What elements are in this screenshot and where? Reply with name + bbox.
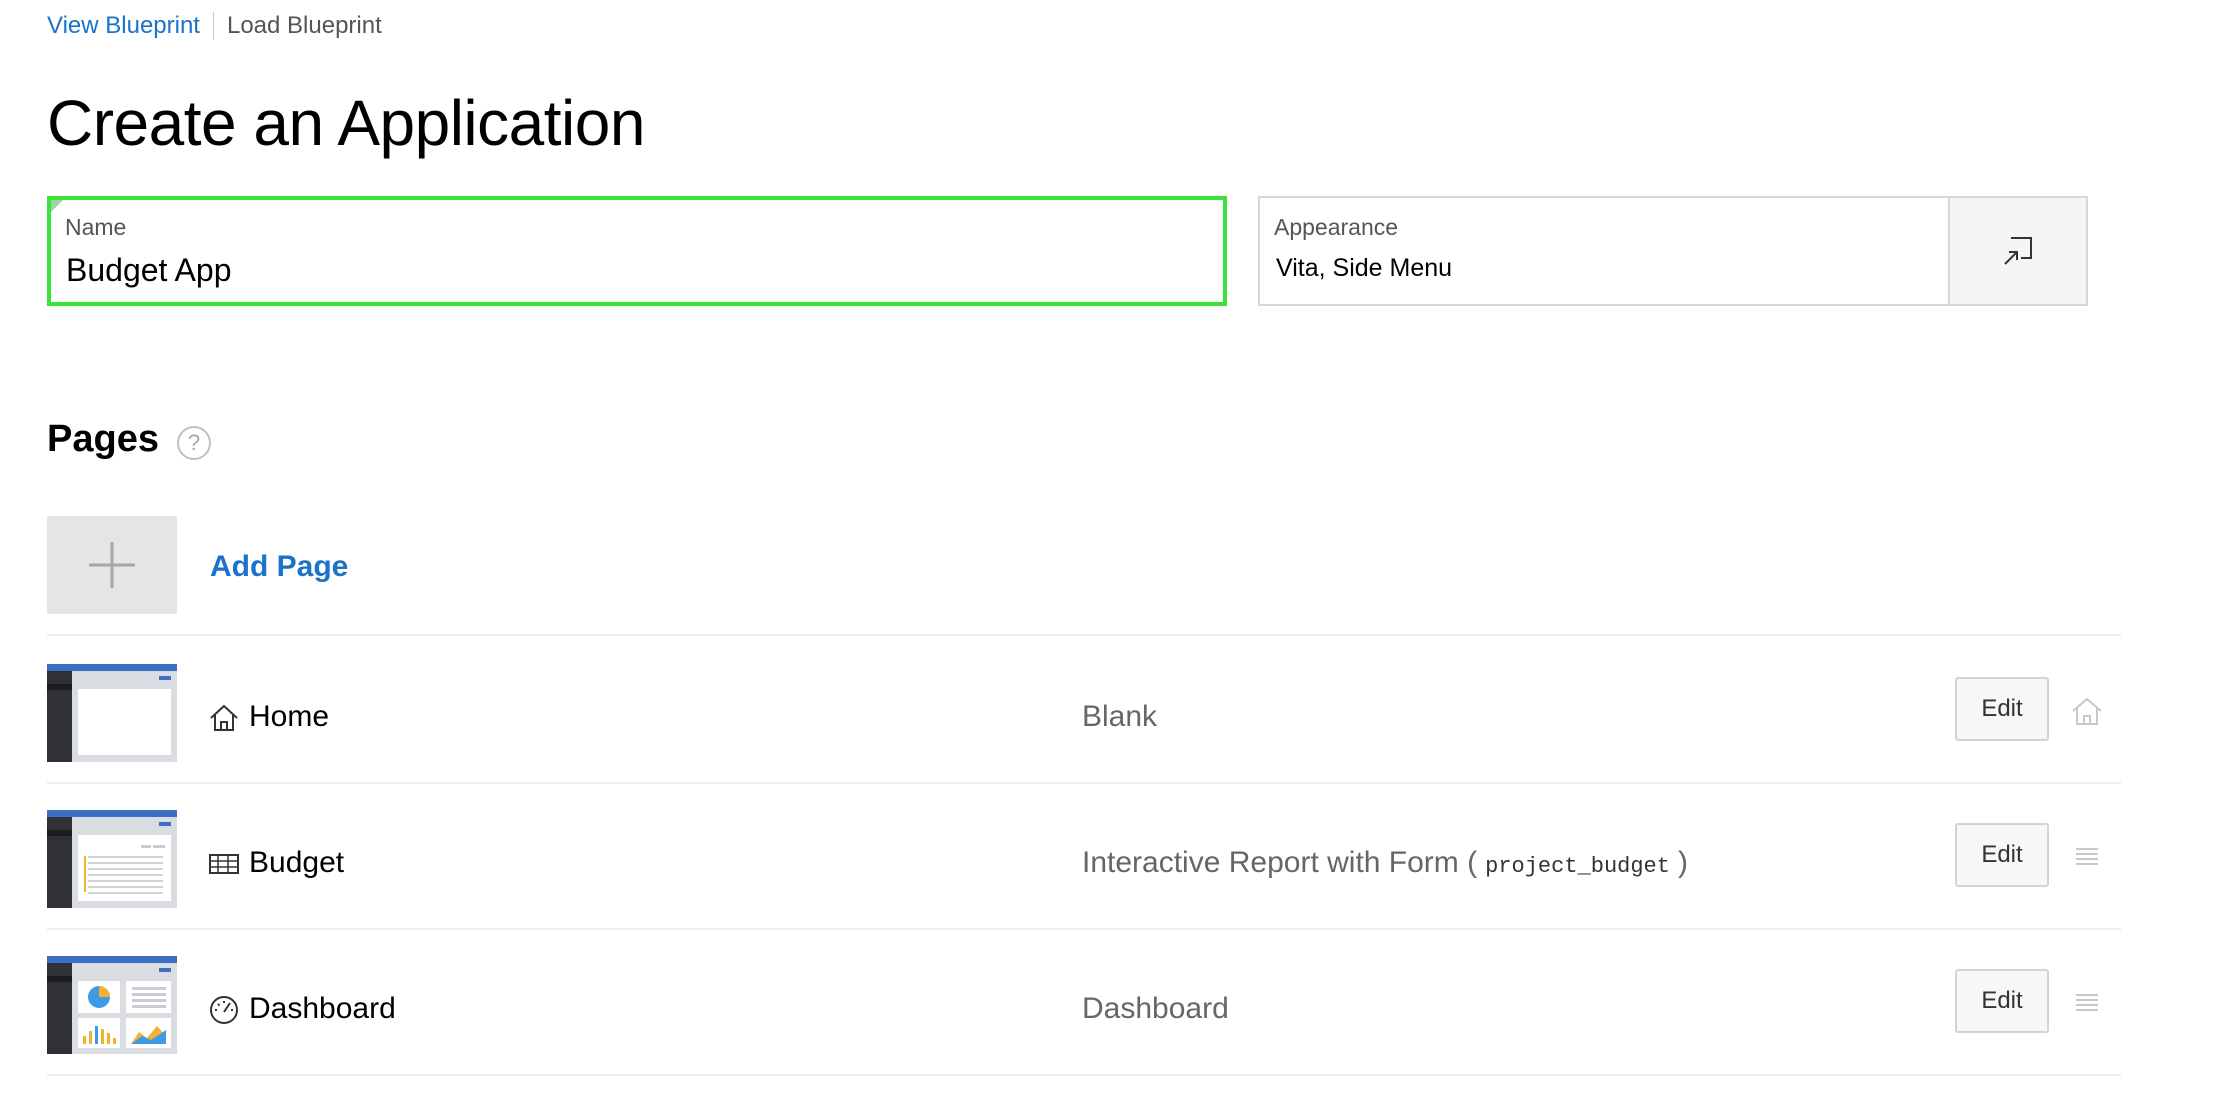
nav-divider <box>212 12 214 40</box>
page-row-dashboard: Dashboard Dashboard Edit <box>47 930 2121 1076</box>
appearance-field: Appearance Vita, Side Menu <box>1258 196 2088 306</box>
plus-icon <box>89 542 135 588</box>
home-icon <box>2072 697 2102 725</box>
load-blueprint-link[interactable]: Load Blueprint <box>227 12 382 40</box>
drag-handle-icon[interactable] <box>2070 986 2104 1020</box>
page-type-suffix: ) <box>1677 846 1688 879</box>
name-input[interactable] <box>66 252 1166 289</box>
add-page-tile[interactable] <box>47 516 177 614</box>
page-type: Dashboard <box>1082 992 1229 1025</box>
edit-button[interactable]: Edit <box>1955 823 2049 887</box>
page-type: Interactive Report with Form ( project_bu… <box>1082 846 1688 880</box>
page-name: Home <box>249 700 330 733</box>
report-page-thumbnail <box>47 810 177 908</box>
blueprint-nav: View Blueprint Load Blueprint <box>47 12 382 40</box>
home-icon <box>210 704 238 731</box>
page-type: Blank <box>1082 700 1158 733</box>
pages-heading: Pages <box>47 418 159 460</box>
view-blueprint-link[interactable]: View Blueprint <box>47 12 200 40</box>
name-field[interactable]: Name <box>47 196 1227 306</box>
page-row-home: Home Blank Edit <box>47 638 2121 784</box>
edit-button[interactable]: Edit <box>1955 969 2049 1033</box>
add-page-link[interactable]: Add Page <box>210 550 348 584</box>
page-name: Dashboard <box>249 992 396 1025</box>
source-table-name: project_budget <box>1485 854 1670 879</box>
blank-page-thumbnail <box>47 664 177 762</box>
page-type-prefix: Interactive Report with Form ( <box>1082 846 1478 879</box>
appearance-display: Appearance Vita, Side Menu <box>1260 198 1948 304</box>
required-marker <box>51 200 63 212</box>
page-name: Budget <box>249 846 345 879</box>
appearance-label: Appearance <box>1274 214 1399 240</box>
drag-handle-icon[interactable] <box>2070 840 2104 874</box>
page-title: Create an Application <box>47 87 645 159</box>
edit-button[interactable]: Edit <box>1955 677 2049 741</box>
name-label: Name <box>65 214 127 240</box>
open-dialog-icon <box>2004 237 2032 265</box>
appearance-value: Vita, Side Menu <box>1276 254 1453 282</box>
add-page-row: Add Page <box>47 516 2121 636</box>
dashboard-page-thumbnail <box>47 956 177 1054</box>
gauge-icon <box>210 996 238 1024</box>
page-row-budget: Budget Interactive Report with Form ( pro… <box>47 784 2121 930</box>
help-icon[interactable]: ? <box>177 426 211 460</box>
appearance-change-button[interactable] <box>1948 198 2086 304</box>
table-icon <box>209 854 239 874</box>
